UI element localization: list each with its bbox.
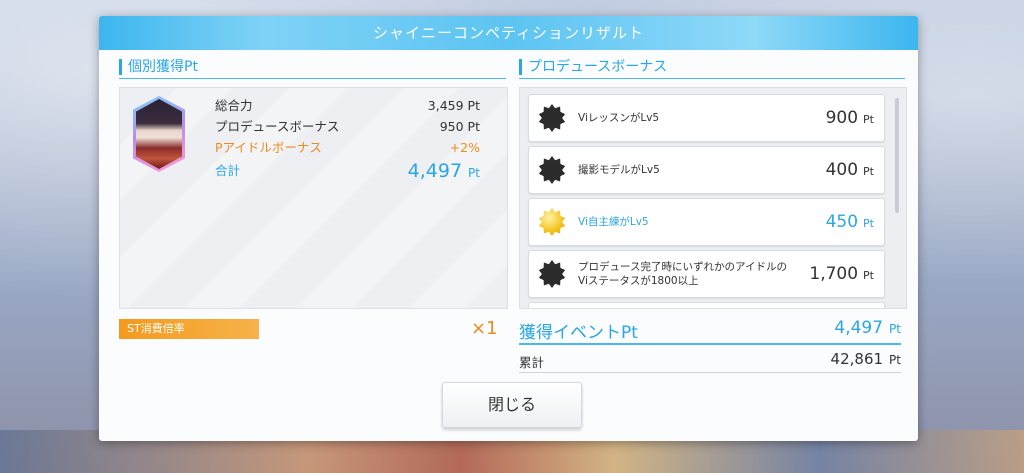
bonus-card: プロデュース完了時にいずれかのアイドルの Viステータスが1800以上 1,70…	[528, 250, 885, 298]
result-dialog: シャイニーコンペティションリザルト 個別獲得Pt 総合力 3,459 Pt プロ…	[99, 16, 918, 441]
individual-panel: 総合力 3,459 Pt プロデュースボーナス 950 Pt Pアイドルボーナス…	[119, 87, 508, 309]
bonus-card-text: 撮影モデルがLv5	[578, 164, 660, 176]
produce-bonus-list[interactable]: ViレッスンがLv5 900 Pt 撮影モデルがLv5 400 Pt Vi自主練がL…	[519, 87, 907, 309]
bonus-card-value: 1,700 Pt	[809, 264, 874, 284]
gold-star-badge-icon	[538, 208, 566, 236]
st-multiplier-value: ×1	[471, 318, 498, 339]
total-power-label: 総合力	[215, 98, 253, 113]
bonus-card-text: Vi自主練がLv5	[578, 216, 649, 228]
produce-bonus-section-header: プロデュースボーナス	[519, 56, 905, 79]
st-multiplier-label: ST消費倍率	[119, 319, 259, 339]
black-star-badge-icon	[538, 104, 566, 132]
bonus-card-value: 400 Pt	[825, 160, 874, 180]
produce-bonus-label: プロデュースボーナス	[215, 119, 340, 134]
total-power-row: 総合力 3,459 Pt	[215, 96, 480, 116]
cumulative-divider	[519, 372, 901, 373]
bonus-card: ViレッスンがLv5 900 Pt	[528, 94, 885, 142]
list-scrollbar[interactable]	[895, 98, 899, 213]
bonus-card: 撮影モデルがLv5 400 Pt	[528, 146, 885, 194]
bonus-card: Vi自主練がLv5 450 Pt	[528, 198, 885, 246]
sum-row: 合計 4,497 Pt	[215, 159, 480, 183]
individual-section-header: 個別獲得Pt	[119, 56, 506, 79]
cumulative-value: 42,861 Pt	[830, 350, 901, 368]
bonus-card-value: 450 Pt	[825, 212, 874, 232]
bonus-card-text: プロデュース完了時にいずれかのアイドルの Viステータスが1800以上	[578, 261, 787, 287]
total-power-value: 3,459 Pt	[427, 98, 480, 113]
produce-bonus-row: プロデュースボーナス 950 Pt	[215, 117, 480, 137]
idol-bonus-value: +2%	[449, 140, 480, 155]
event-pt-label: 獲得イベントPt	[519, 323, 638, 343]
idol-avatar[interactable]	[133, 96, 185, 172]
idol-bonus-label: Pアイドルボーナス	[215, 140, 322, 155]
bonus-card-partial	[528, 302, 885, 308]
event-pt-value: 4,497 Pt	[834, 318, 901, 338]
event-divider	[519, 343, 901, 345]
dialog-title: シャイニーコンペティションリザルト	[99, 16, 918, 50]
close-button[interactable]: 閉じる	[442, 382, 582, 428]
bonus-card-text: ViレッスンがLv5	[578, 112, 660, 124]
black-star-badge-icon	[538, 260, 566, 288]
idol-portrait	[136, 99, 182, 169]
sum-value: 4,497 Pt	[407, 160, 480, 182]
produce-bonus-value: 950 Pt	[439, 119, 480, 134]
cumulative-label: 累計	[519, 355, 545, 370]
bonus-card-value: 900 Pt	[825, 108, 874, 128]
idol-bonus-row: Pアイドルボーナス +2%	[215, 138, 480, 158]
black-star-badge-icon	[538, 156, 566, 184]
sum-label: 合計	[215, 163, 241, 178]
